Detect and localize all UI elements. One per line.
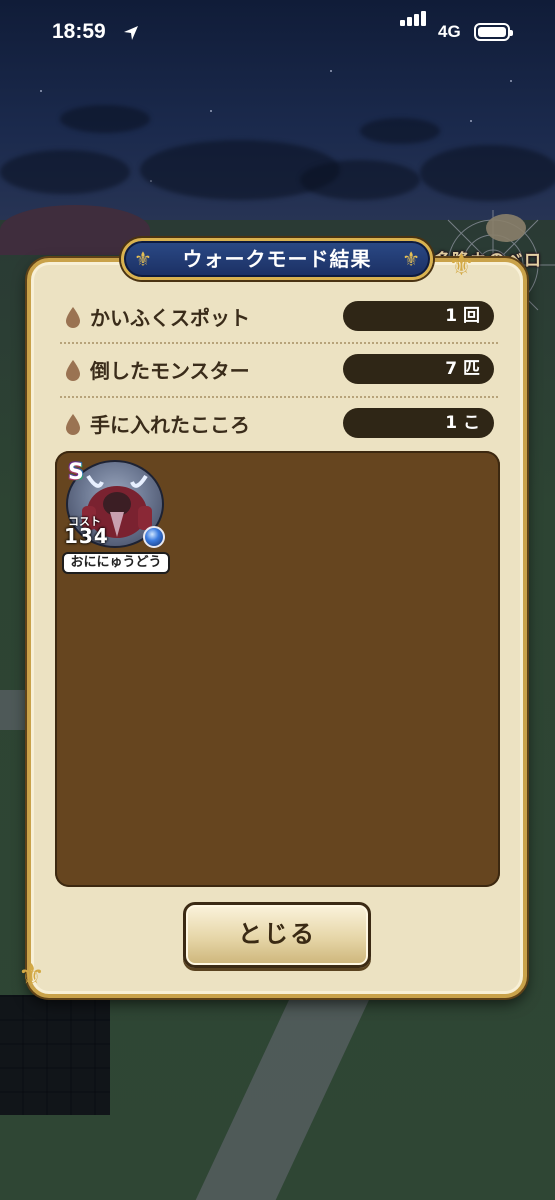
result-value: 7 匹	[343, 354, 494, 384]
fleur-ornament-icon: ⚜	[402, 247, 420, 271]
status-time: 18:59	[52, 20, 106, 43]
close-button[interactable]: とじる	[183, 902, 371, 968]
rank-badge: S	[68, 460, 84, 485]
result-label: 倒したモンスター	[90, 359, 250, 383]
heart-name: おににゅうどう	[62, 552, 170, 574]
result-row: 手に入れたこころ 1 こ	[60, 401, 498, 445]
dialog-title-plate: ⚜ ウォークモード結果 ⚜	[121, 238, 433, 280]
stone-tiles	[0, 995, 110, 1115]
drop-icon	[66, 307, 80, 328]
road-segment	[0, 690, 25, 730]
fleur-ornament-icon: ⚜	[134, 247, 152, 271]
result-value: 1 こ	[343, 408, 494, 438]
dialog-title: ウォークモード結果	[182, 247, 372, 271]
status-bar: 18:59 4G	[0, 0, 555, 68]
heart-card[interactable]: S コスト 134 おににゅうどう	[62, 460, 172, 578]
location-arrow-icon	[124, 26, 138, 40]
result-label: 手に入れたこころ	[90, 413, 250, 437]
result-label: かいふくスポット	[90, 306, 250, 330]
drop-icon	[66, 360, 80, 381]
result-row: かいふくスポット 1 回	[60, 294, 498, 338]
row-divider	[60, 396, 498, 398]
drop-icon	[66, 414, 80, 435]
result-row: 倒したモンスター 7 匹	[60, 347, 498, 391]
cost-value: 134	[64, 524, 109, 548]
close-button-label: とじる	[238, 920, 316, 948]
result-value: 1 回	[343, 301, 494, 331]
corner-ornament-icon: ⚜	[448, 248, 475, 283]
blue-orb-icon	[143, 526, 165, 548]
corner-ornament-icon: ⚜	[18, 958, 45, 993]
network-type: 4G	[438, 22, 461, 41]
battery-icon	[474, 23, 513, 41]
row-divider	[60, 342, 498, 344]
